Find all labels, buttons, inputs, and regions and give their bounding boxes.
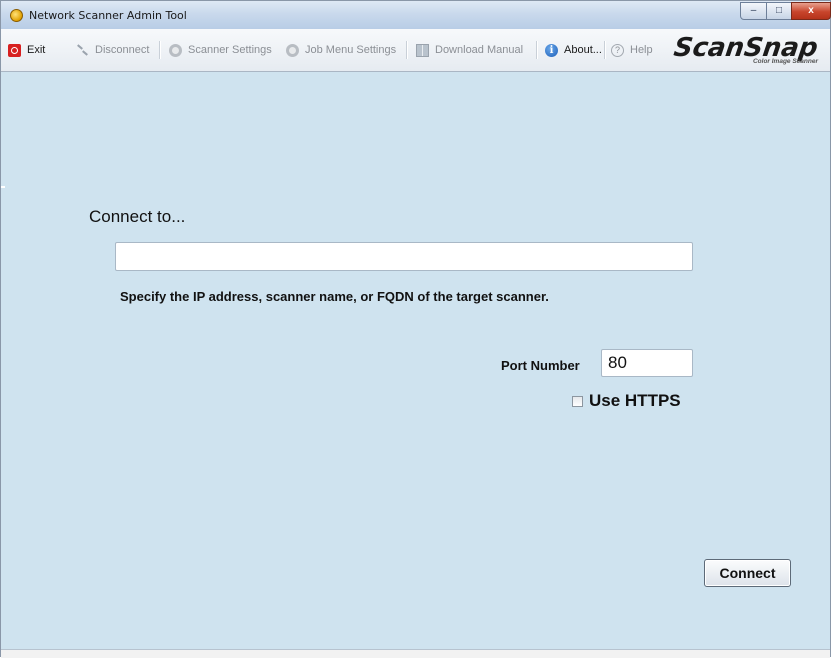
download-manual-button[interactable]: Download Manual <box>416 40 523 60</box>
toolbar-separator <box>406 41 408 59</box>
disconnect-icon <box>76 44 89 57</box>
gear-icon <box>286 43 299 57</box>
close-button[interactable]: x <box>791 2 831 20</box>
toolbar-separator <box>159 41 161 59</box>
exit-icon <box>8 43 21 57</box>
help-label: Help <box>630 44 653 56</box>
exit-label: Exit <box>27 44 46 56</box>
window-title: Network Scanner Admin Tool <box>29 9 187 22</box>
brand-tagline: Color Image Scanner <box>752 58 818 65</box>
app-window: Network Scanner Admin Tool – □ x Exit Di… <box>0 0 831 658</box>
gear-icon <box>169 43 182 57</box>
panel-edge-marker <box>1 186 5 188</box>
help-icon: ? <box>611 43 624 57</box>
host-hint-text: Specify the IP address, scanner name, or… <box>120 289 549 304</box>
about-button[interactable]: i About... <box>545 40 602 60</box>
brand-logo: ScanSnap Color Image Scanner <box>672 33 824 67</box>
connect-to-label: Connect to... <box>89 207 186 226</box>
scanner-settings-button[interactable]: Scanner Settings <box>169 40 272 60</box>
use-https-option[interactable]: Use HTTPS <box>572 391 681 411</box>
app-icon <box>10 9 23 22</box>
disconnect-label: Disconnect <box>95 44 150 56</box>
about-label: About... <box>564 44 602 56</box>
maximize-button[interactable]: □ <box>766 2 792 20</box>
use-https-label[interactable]: Use HTTPS <box>589 391 681 411</box>
toolbar-separator <box>604 41 606 59</box>
use-https-checkbox[interactable] <box>572 395 583 407</box>
info-icon: i <box>545 43 558 57</box>
toolbar-separator <box>536 41 538 59</box>
help-button[interactable]: ? Help <box>611 40 653 60</box>
job-menu-settings-label: Job Menu Settings <box>305 44 397 56</box>
exit-button[interactable]: Exit <box>8 40 45 60</box>
minimize-button[interactable]: – <box>740 2 767 20</box>
job-menu-settings-button[interactable]: Job Menu Settings <box>286 40 396 60</box>
scanner-settings-label: Scanner Settings <box>188 44 272 56</box>
host-address-input[interactable] <box>115 242 693 271</box>
book-icon <box>416 43 429 57</box>
title-bar[interactable]: Network Scanner Admin Tool – □ x <box>1 1 831 30</box>
port-number-label: Port Number <box>501 358 580 373</box>
disconnect-button[interactable]: Disconnect <box>76 40 149 60</box>
port-number-input[interactable] <box>601 349 693 377</box>
download-manual-label: Download Manual <box>435 44 524 56</box>
connect-button[interactable]: Connect <box>704 559 791 587</box>
